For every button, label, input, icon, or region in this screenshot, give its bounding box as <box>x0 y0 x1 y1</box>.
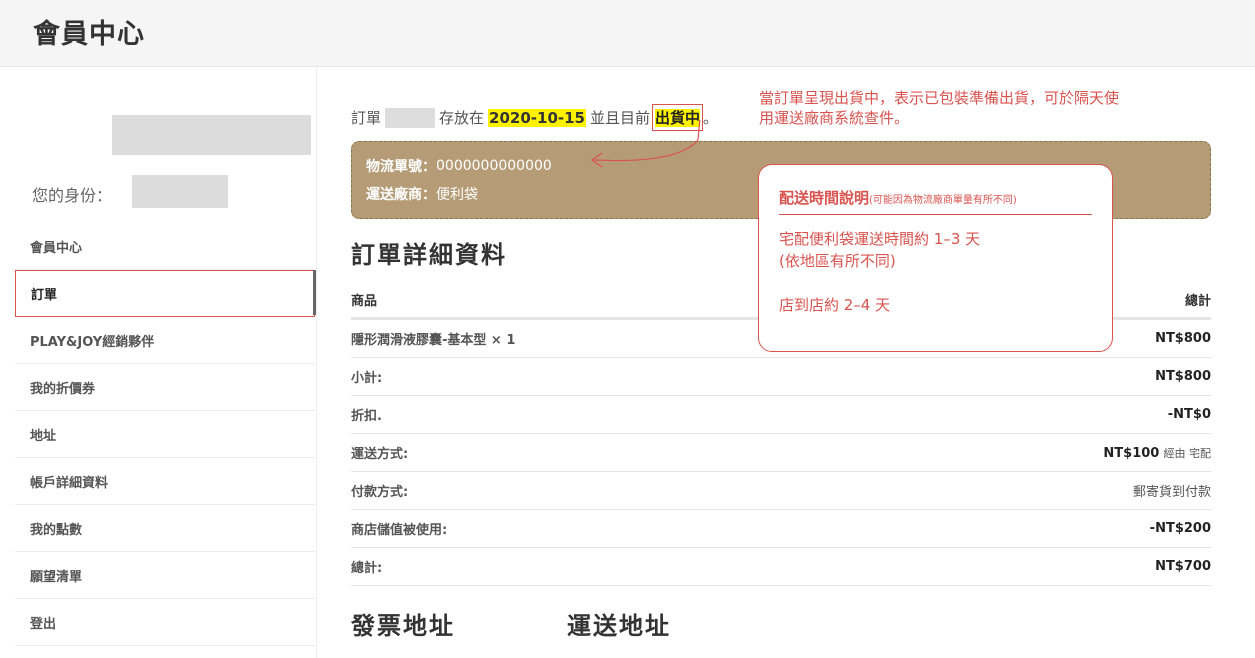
carrier-name: 便利袋 <box>436 187 478 203</box>
discount-label: 折扣. <box>351 409 382 424</box>
shipping-method-value-wrap: NT$100 經由 宅配 <box>1103 445 1211 461</box>
tip-body: 宅配便利袋運送時間約 1–3 天 (依地區有所不同) 店到店約 2–4 天 <box>779 228 1092 316</box>
col-product: 商品 <box>351 294 378 309</box>
sidebar-nav: 會員中心 訂單 PLAY&JOY經銷夥伴 我的折價券 地址 帳戶詳細資料 我的點… <box>15 223 315 646</box>
sidebar-item-label: 會員中心 <box>30 240 83 256</box>
avatar <box>112 115 311 155</box>
order-details-title: 訂單詳細資料 <box>351 241 507 269</box>
payment-method-label: 付款方式: <box>351 485 409 500</box>
page-header: 會員中心 <box>0 0 1255 67</box>
tip-title: 配送時間說明 <box>779 189 870 207</box>
page-title: 會員中心 <box>33 19 145 50</box>
store-credit-value: -NT$200 <box>1149 521 1211 536</box>
sidebar-item-account-details[interactable]: 帳戶詳細資料 <box>15 458 315 505</box>
sidebar-item-label: 登出 <box>30 616 57 632</box>
table-row: 付款方式: 郵寄貨到付款 <box>351 472 1211 510</box>
status-annotation: 當訂單呈現出貨中，表示已包裝準備出貨，可於隔天使用運送廠商系統查件。 <box>759 89 1120 127</box>
store-credit-label: 商店儲值被使用: <box>351 523 448 538</box>
sidebar-item-label: PLAY&JOY經銷夥伴 <box>30 334 155 350</box>
grand-total-value: NT$700 <box>1155 559 1211 574</box>
sidebar: 您的身份： 會員中心 訂單 PLAY&JOY經銷夥伴 我的折價券 地址 帳戶詳細… <box>15 67 317 658</box>
sidebar-item-label: 帳戶詳細資料 <box>30 475 109 491</box>
discount-value: -NT$0 <box>1167 407 1211 422</box>
shipping-method-label: 運送方式: <box>351 447 409 462</box>
sidebar-item-coupons[interactable]: 我的折價券 <box>15 364 315 411</box>
identity-label: 您的身份： <box>32 186 113 205</box>
sidebar-item-addresses[interactable]: 地址 <box>15 411 315 458</box>
sidebar-item-label: 訂單 <box>31 288 58 303</box>
grand-total-label: 總計: <box>351 561 383 576</box>
tip-line-region: (依地區有所不同) <box>779 252 896 270</box>
sidebar-divider <box>316 67 317 658</box>
col-total: 總計 <box>1184 294 1211 309</box>
identity-value-redacted <box>132 175 228 208</box>
sidebar-item-wishlist[interactable]: 願望清單 <box>15 552 315 599</box>
shipping-address-title: 運送地址 <box>567 612 671 640</box>
carrier-label: 運送廠商： <box>366 187 436 203</box>
subtotal-label: 小計: <box>351 371 383 386</box>
order-date: 2020-10-15 <box>488 108 586 127</box>
table-row: 總計: NT$700 <box>351 548 1211 586</box>
tip-title-row: 配送時間說明(可能因為物流廠商單量有所不同) <box>779 187 1092 215</box>
billing-address-title: 發票地址 <box>351 612 455 640</box>
tracking-label: 物流單號： <box>366 159 436 175</box>
table-row: 商店儲值被使用: -NT$200 <box>351 510 1211 548</box>
tip-gap <box>779 272 1092 294</box>
tip-line-home-delivery: 宅配便利袋運送時間約 1–3 天 <box>779 230 981 248</box>
tip-line-store: 店到店約 2–4 天 <box>779 296 891 314</box>
sidebar-item-orders[interactable]: 訂單 <box>15 270 315 317</box>
table-row: 運送方式: NT$100 經由 宅配 <box>351 434 1211 472</box>
product-name[interactable]: 隱形潤滑液膠囊-基本型 × 1 <box>351 329 515 348</box>
annotation-arrow-icon <box>590 120 701 168</box>
sidebar-item-label: 我的折價券 <box>30 381 96 397</box>
shipping-method-value: NT$100 <box>1103 445 1160 461</box>
sidebar-item-partner[interactable]: PLAY&JOY經銷夥伴 <box>15 317 315 364</box>
sidebar-item-points[interactable]: 我的點數 <box>15 505 315 552</box>
sidebar-item-label: 地址 <box>30 428 57 444</box>
product-price: NT$800 <box>1155 331 1211 346</box>
delivery-time-tip: 配送時間說明(可能因為物流廠商單量有所不同) 宅配便利袋運送時間約 1–3 天 … <box>758 164 1113 352</box>
order-placed-text: 存放在 <box>439 109 485 127</box>
sidebar-item-logout[interactable]: 登出 <box>15 599 315 646</box>
sidebar-item-member-center[interactable]: 會員中心 <box>15 223 315 270</box>
order-prefix: 訂單 <box>351 109 382 127</box>
subtotal-value: NT$800 <box>1155 369 1211 384</box>
sidebar-item-label: 我的點數 <box>30 522 83 538</box>
table-row: 折扣. -NT$0 <box>351 396 1211 434</box>
shipping-method-note: 經由 宅配 <box>1163 446 1212 460</box>
order-number-redacted <box>385 107 436 128</box>
sidebar-item-label: 願望清單 <box>30 569 83 585</box>
table-row: 小計: NT$800 <box>351 358 1211 396</box>
payment-method-value: 郵寄貨到付款 <box>1132 485 1211 500</box>
tracking-number: 0000000000000 <box>436 158 552 174</box>
tip-subtitle: (可能因為物流廠商單量有所不同) <box>869 195 1017 206</box>
